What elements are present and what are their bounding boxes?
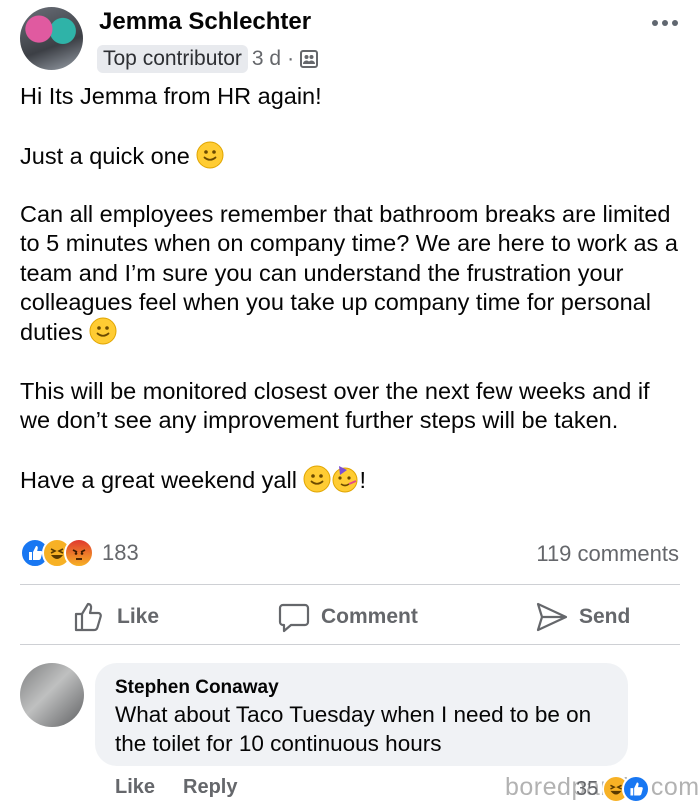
slightly-smiling-emoji-icon bbox=[196, 141, 224, 169]
comment-text: What about Taco Tuesday when I need to b… bbox=[115, 702, 592, 756]
comment-reactions[interactable]: 35 bbox=[576, 775, 651, 803]
send-button[interactable]: Send bbox=[535, 600, 630, 634]
more-options-icon[interactable] bbox=[652, 20, 678, 26]
comment-like-button[interactable]: Like bbox=[115, 776, 155, 799]
top-contributor-badge[interactable]: Top contributor bbox=[97, 45, 248, 73]
divider bbox=[20, 644, 680, 645]
post-line-request: Can all employees remember that bathroom… bbox=[20, 201, 678, 346]
slightly-smiling-emoji-icon bbox=[303, 465, 331, 493]
comment-reply-button[interactable]: Reply bbox=[183, 776, 237, 799]
post-meta: Top contributor 3 d · bbox=[97, 44, 319, 74]
post-line-greeting: Hi Its Jemma from HR again! bbox=[20, 83, 322, 109]
author-name[interactable]: Jemma Schlechter bbox=[99, 8, 311, 36]
comment-label: Comment bbox=[321, 605, 418, 628]
angry-reaction-icon bbox=[64, 538, 94, 568]
post-body: Hi Its Jemma from HR again! Just a quick… bbox=[20, 82, 685, 495]
like-reaction-icon bbox=[622, 775, 651, 803]
like-label: Like bbox=[117, 605, 160, 628]
comments-count-link[interactable]: 119 comments bbox=[536, 541, 679, 567]
send-label: Send bbox=[579, 605, 631, 628]
reactions-summary[interactable]: 183 bbox=[20, 538, 139, 568]
reaction-count: 183 bbox=[102, 540, 139, 565]
post-line-warning: This will be monitored closest over the … bbox=[20, 377, 650, 434]
post-line-intro: Just a quick one bbox=[20, 141, 685, 171]
comment-reaction-count: 35 bbox=[576, 777, 599, 800]
slightly-smiling-emoji-icon bbox=[89, 317, 117, 345]
commenter-name[interactable]: Stephen Conaway bbox=[115, 677, 279, 699]
like-button[interactable]: Like bbox=[73, 600, 159, 634]
commenter-avatar[interactable] bbox=[20, 663, 84, 727]
thumbs-up-icon bbox=[74, 602, 102, 632]
post-line-signoff: Have a great weekend yall ! bbox=[20, 465, 367, 493]
post-time[interactable]: 3 d bbox=[252, 47, 281, 71]
author-avatar[interactable] bbox=[20, 7, 83, 70]
friends-icon bbox=[300, 50, 319, 68]
send-arrow-icon bbox=[536, 602, 568, 632]
comment-bubble-icon bbox=[278, 603, 310, 633]
partying-face-emoji-icon bbox=[331, 465, 359, 493]
comment-button[interactable]: Comment bbox=[277, 600, 418, 634]
meta-separator: · bbox=[287, 47, 295, 70]
divider bbox=[20, 584, 680, 585]
